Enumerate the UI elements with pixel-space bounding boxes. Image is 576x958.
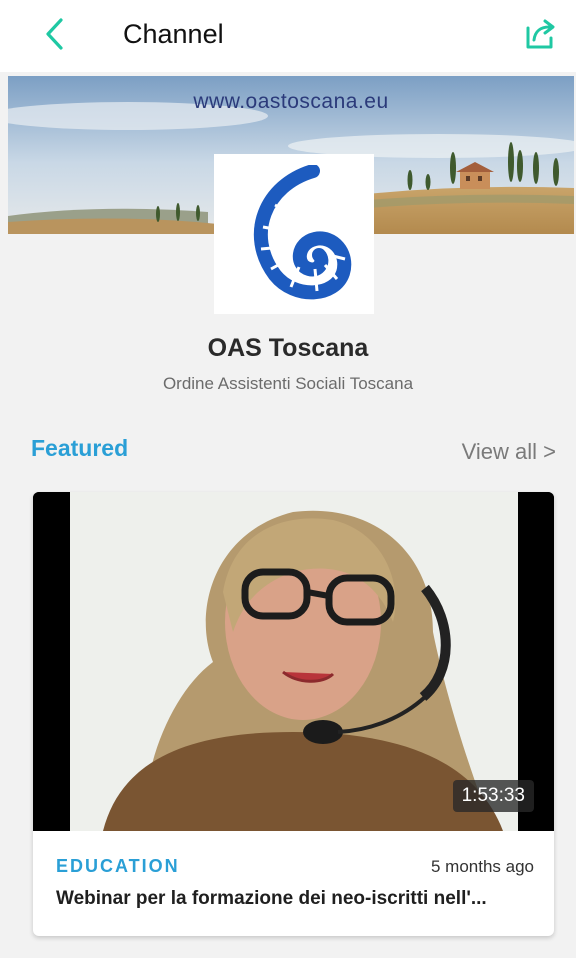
view-all-link[interactable]: View all > <box>462 439 556 465</box>
video-age: 5 months ago <box>430 857 534 876</box>
channel-logo <box>214 154 374 314</box>
channel-name: OAS Toscana <box>207 334 369 362</box>
share-icon <box>526 19 555 49</box>
channel-subtitle: Ordine Assistenti Sociali Toscana <box>162 374 414 393</box>
page-title: Channel <box>123 19 224 49</box>
back-button[interactable] <box>36 14 72 54</box>
share-button[interactable] <box>520 14 562 54</box>
video-duration: 1:53:33 <box>452 780 534 812</box>
banner-url-text: www.oastoscana.eu <box>193 90 389 113</box>
featured-heading: Featured <box>31 435 129 461</box>
top-bar: Channel <box>0 0 576 72</box>
video-title: Webinar per la formazione dei neo-iscrit… <box>56 888 487 909</box>
chevron-left-icon <box>46 18 63 50</box>
featured-video-card[interactable]: 1:53:33 EDUCATION 5 months ago Webinar p… <box>33 492 554 936</box>
nautilus-shell-logo <box>253 165 352 300</box>
video-category: EDUCATION <box>56 856 180 876</box>
video-thumbnail[interactable]: 1:53:33 <box>33 492 554 831</box>
